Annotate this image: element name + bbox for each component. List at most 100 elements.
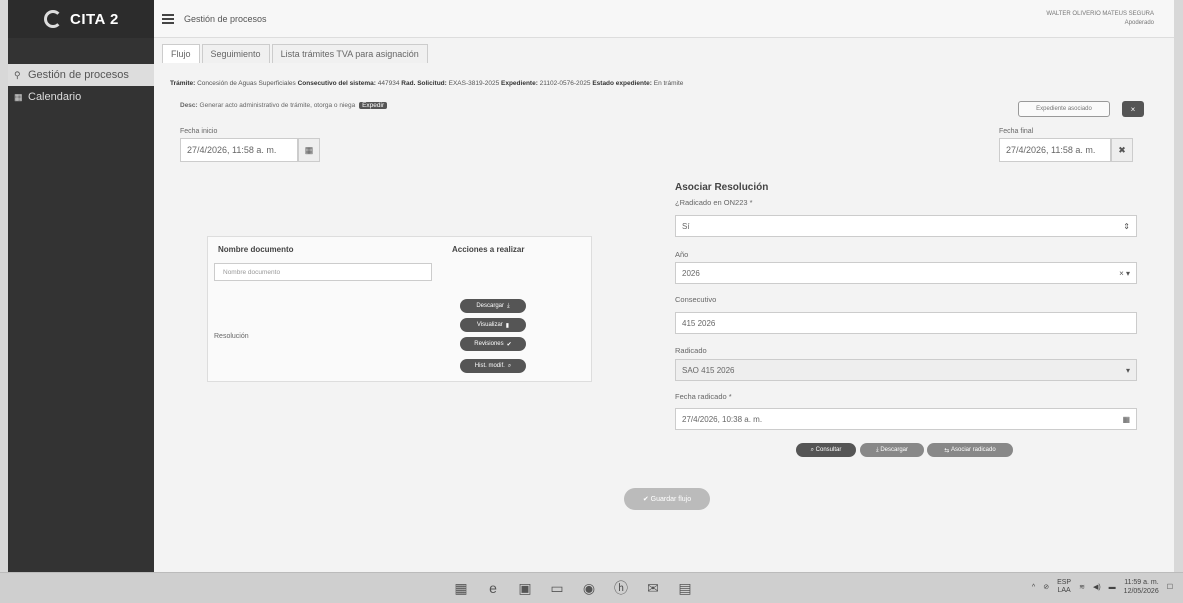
taskbar-apps: ▦ e ▣ ▭ ◉ ⓗ ✉ ▤ xyxy=(452,579,694,597)
radicado-question-select[interactable]: Sí ⇕ xyxy=(675,215,1137,237)
chevron-down-icon: × ▾ xyxy=(1119,268,1130,278)
clock-time: 11:59 a. m. xyxy=(1124,579,1159,586)
tab-seguimiento[interactable]: Seguimiento xyxy=(201,44,270,63)
consecutivo-value: 447934 xyxy=(377,80,400,87)
col-acciones: Acciones a realizar xyxy=(452,245,525,254)
language-indicator[interactable]: ESP LAA xyxy=(1057,579,1071,595)
estado-value: En trámite xyxy=(653,80,684,87)
calendar-icon: ▦ xyxy=(14,91,23,102)
close-button[interactable]: × xyxy=(1122,101,1144,117)
col-nombre-documento: Nombre documento xyxy=(218,245,294,254)
topbar: Gestión de procesos WALTER OLIVERIO MATE… xyxy=(154,0,1174,38)
desc-text: Generar acto administrativo de trámite, … xyxy=(199,102,356,109)
descargar-label: Descargar xyxy=(880,447,908,453)
store-icon[interactable]: ▣ xyxy=(516,579,534,597)
expediente-label: Expediente: xyxy=(501,80,538,87)
desc-tag: Expedir xyxy=(359,102,388,109)
folder-icon[interactable]: ▭ xyxy=(548,579,566,597)
sidebar-item-label: Calendario xyxy=(28,91,82,103)
tabs: Flujo Seguimiento Lista trámites TVA par… xyxy=(162,44,428,63)
wifi-icon[interactable]: ≋ xyxy=(1079,583,1085,591)
download-button[interactable]: Descargar ⤓ xyxy=(460,299,526,313)
save-label: Guardar flujo xyxy=(650,495,692,503)
edge-icon[interactable]: e xyxy=(484,579,502,597)
consecutivo-field[interactable]: 415 2026 xyxy=(675,312,1137,334)
expediente-value: 21102-0576-2025 xyxy=(539,80,591,87)
radicado-field[interactable]: SAO 415 2026 ▾ xyxy=(675,359,1137,381)
search-icon: ⌕ xyxy=(507,362,512,369)
descargar-button[interactable]: ⤓ Descargar xyxy=(860,443,924,457)
clear-icon[interactable]: ✖ xyxy=(1111,138,1133,162)
main-content: Gestión de procesos WALTER OLIVERIO MATE… xyxy=(154,0,1174,572)
app-icon[interactable]: ▤ xyxy=(676,579,694,597)
download-icon: ⤓ xyxy=(507,302,510,309)
file-icon: ▮ xyxy=(505,322,510,329)
tab-flujo[interactable]: Flujo xyxy=(162,44,200,63)
related-expedient-button[interactable]: Expediente asociado xyxy=(1018,101,1110,117)
save-flow-button[interactable]: ✔ Guardar flujo xyxy=(624,488,710,510)
menu-icon[interactable] xyxy=(162,13,174,24)
radicado-question-value: Sí xyxy=(682,221,690,231)
consecutivo-label: Consecutivo del sistema: xyxy=(297,80,376,87)
consultar-button[interactable]: ⌕ Consultar xyxy=(796,443,856,457)
lang-region: LAA xyxy=(1057,587,1071,594)
app-logo-icon xyxy=(44,10,62,28)
fecha-inicio-field[interactable]: 27/4/2026, 11:58 a. m. xyxy=(180,138,298,162)
consecutivo-label: Consecutivo xyxy=(675,295,717,304)
user-menu[interactable]: WALTER OLIVERIO MATEUS SEGURA Apoderado xyxy=(1046,10,1154,28)
calendar-icon: ▦ xyxy=(1122,414,1130,424)
chevron-down-icon: ▾ xyxy=(1125,365,1130,375)
fecha-final-field[interactable]: 27/4/2026, 11:58 a. m. xyxy=(999,138,1111,162)
clock-date: 12/05/2026 xyxy=(1123,588,1159,595)
brand[interactable]: CITA 2 xyxy=(8,0,154,38)
windows-start-icon[interactable]: ▦ xyxy=(452,579,470,597)
page-title: Gestión de procesos xyxy=(184,13,267,24)
radicado-question-label: ¿Radicado en ON223 * xyxy=(675,198,753,207)
fecha-final-label: Fecha final xyxy=(999,128,1034,135)
chevron-up-icon[interactable]: ^ xyxy=(1032,584,1035,591)
document-row-label: Resolución xyxy=(214,333,249,340)
asociar-radicado-button[interactable]: ⇆ Asociar radicado xyxy=(927,443,1013,457)
clock[interactable]: 11:59 a. m. 12/05/2026 xyxy=(1124,578,1159,596)
history-label: Hist. modif. xyxy=(474,363,505,369)
fecha-radicado-value: 27/4/2026, 10:38 a. m. xyxy=(682,414,763,424)
fecha-radicado-field[interactable]: 27/4/2026, 10:38 a. m. ▦ xyxy=(675,408,1137,430)
sidebar: CITA 2 ⚲ Gestión de procesos ▦ Calendari… xyxy=(8,0,154,572)
taskbar: ▦ e ▣ ▭ ◉ ⓗ ✉ ▤ ^ ⊘ ESP LAA ≋ ◀) ▬ 11:59… xyxy=(0,572,1183,603)
radicado-value: SAO 415 2026 xyxy=(682,365,735,375)
tramite-label: Trámite: xyxy=(170,80,196,87)
solicitud-value: EXAS-3819-2025 xyxy=(448,80,500,87)
view-button[interactable]: Visualizar ▮ xyxy=(460,318,526,332)
mail-icon[interactable]: ✉ xyxy=(644,579,662,597)
fecha-radicado-label: Fecha radicado * xyxy=(675,392,732,401)
user-name: WALTER OLIVERIO MATEUS SEGURA xyxy=(1046,11,1154,17)
volume-icon[interactable]: ◀) xyxy=(1093,583,1101,591)
consultar-label: Consultar xyxy=(815,447,842,453)
form-title: Asociar Resolución xyxy=(675,182,769,193)
hp-icon[interactable]: ⓗ xyxy=(612,579,630,597)
tab-lista-tramites[interactable]: Lista trámites TVA para asignación xyxy=(271,44,428,63)
app-name: CITA 2 xyxy=(70,10,119,28)
tramite-value: Concesión de Aguas Superficiales xyxy=(197,80,296,87)
desc-label: Desc: xyxy=(180,102,198,109)
sidebar-item-gestion[interactable]: ⚲ Gestión de procesos xyxy=(8,64,154,86)
notification-icon[interactable]: ☐ xyxy=(1167,583,1173,591)
chevron-down-icon: ⇕ xyxy=(1123,221,1130,231)
sidebar-item-calendario[interactable]: ▦ Calendario xyxy=(8,86,154,108)
anio-select[interactable]: 2026 × ▾ xyxy=(675,262,1137,284)
fecha-inicio-label: Fecha inicio xyxy=(180,128,218,135)
document-name-input[interactable]: Nombre documento xyxy=(214,263,432,281)
history-button[interactable]: Hist. modif. ⌕ xyxy=(460,359,526,373)
sidebar-item-label: Gestión de procesos xyxy=(28,69,129,81)
sitemap-icon: ⚲ xyxy=(14,69,21,80)
revisions-button[interactable]: Revisiones ✔ xyxy=(460,337,526,351)
check-icon: ✔ xyxy=(506,341,512,348)
radicado-label: Radicado xyxy=(675,346,707,355)
documents-card: Nombre documento Acciones a realizar Nom… xyxy=(207,236,592,382)
calendar-icon[interactable]: ▦ xyxy=(298,138,320,162)
battery-icon[interactable]: ▬ xyxy=(1109,584,1116,591)
view-label: Visualizar xyxy=(476,322,503,328)
network-icon[interactable]: ⊘ xyxy=(1043,583,1049,591)
tramite-info: Trámite: Concesión de Aguas Superficiale… xyxy=(170,80,683,87)
chrome-icon[interactable]: ◉ xyxy=(580,579,598,597)
